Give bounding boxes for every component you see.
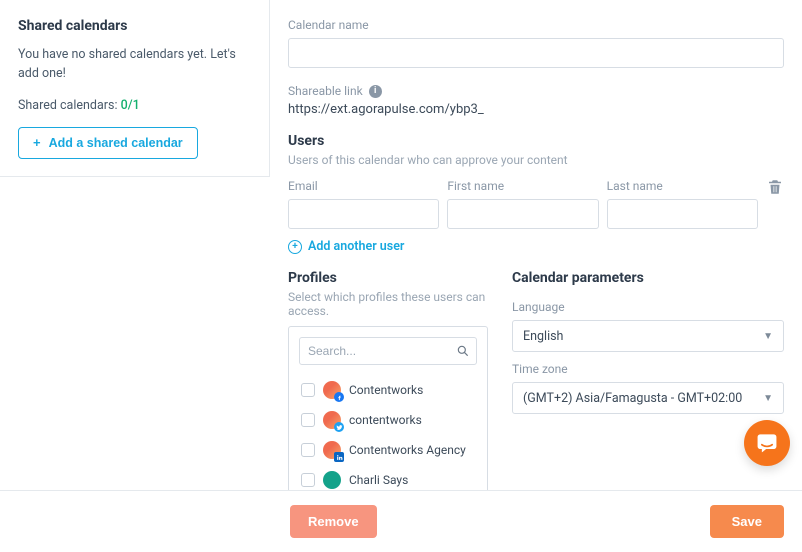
calendar-parameters-section: Calendar parameters Language English ▼ T…: [512, 270, 784, 490]
chevron-down-icon: ▼: [763, 393, 773, 404]
delete-user-button[interactable]: [766, 178, 784, 198]
sidebar-empty-text: You have no shared calendars yet. Let's …: [18, 46, 251, 84]
email-label: Email: [288, 179, 439, 193]
last-name-input[interactable]: [607, 199, 758, 229]
profile-item[interactable]: Contentworks: [299, 375, 477, 405]
profile-checkbox[interactable]: [301, 473, 315, 487]
profile-name: contentworks: [349, 413, 422, 427]
shared-calendar-count: Shared calendars: 0/1: [18, 98, 251, 113]
profile-name: Contentworks Agency: [349, 443, 466, 457]
search-icon: [456, 343, 470, 362]
calendar-name-section: Calendar name: [288, 18, 784, 68]
add-user-label: Add another user: [308, 239, 404, 254]
email-input[interactable]: [288, 199, 439, 229]
profile-item[interactable]: Charli Says: [299, 465, 477, 490]
timezone-label: Time zone: [512, 362, 784, 376]
add-shared-calendar-button[interactable]: + Add a shared calendar: [18, 127, 198, 159]
platform-badge-icon: [334, 392, 344, 402]
params-title: Calendar parameters: [512, 270, 784, 286]
users-title: Users: [288, 133, 784, 149]
profiles-title: Profiles: [288, 270, 488, 286]
calendar-name-label: Calendar name: [288, 18, 784, 32]
chat-icon: [755, 431, 779, 455]
chevron-down-icon: ▼: [763, 331, 773, 342]
profiles-subtitle: Select which profiles these users can ac…: [288, 290, 488, 318]
profiles-section: Profiles Select which profiles these use…: [288, 270, 488, 490]
plus-icon: +: [33, 136, 41, 149]
timezone-value: (GMT+2) Asia/Famagusta - GMT+02:00: [523, 391, 742, 406]
profile-checkbox[interactable]: [301, 413, 315, 427]
profile-name: Charli Says: [349, 473, 408, 487]
remove-button[interactable]: Remove: [290, 505, 377, 538]
profile-avatar-icon: [323, 471, 341, 489]
profiles-list: Contentworks contentworks Contentworks Age…: [288, 326, 488, 490]
sidebar-title: Shared calendars: [18, 18, 251, 34]
profile-avatar-icon: [323, 381, 341, 399]
intercom-chat-button[interactable]: [744, 420, 790, 466]
profile-item[interactable]: contentworks: [299, 405, 477, 435]
plus-circle-icon: +: [288, 240, 302, 254]
sidebar: Shared calendars You have no shared cale…: [0, 0, 270, 177]
shareable-link-value: https://ext.agorapulse.com/ybp3_: [288, 102, 784, 117]
info-icon[interactable]: i: [369, 85, 382, 98]
calendar-name-input[interactable]: [288, 38, 784, 68]
count-label: Shared calendars:: [18, 98, 117, 113]
main-form: Calendar name Shareable link i https://e…: [270, 0, 802, 490]
users-subtitle: Users of this calendar who can approve y…: [288, 153, 784, 167]
add-another-user-button[interactable]: + Add another user: [288, 239, 404, 254]
trash-icon: [766, 178, 784, 196]
first-name-input[interactable]: [447, 199, 598, 229]
timezone-select[interactable]: (GMT+2) Asia/Famagusta - GMT+02:00 ▼: [512, 382, 784, 414]
language-value: English: [523, 329, 563, 344]
users-section: Users Users of this calendar who can app…: [288, 133, 784, 254]
first-name-label: First name: [447, 179, 598, 193]
profile-checkbox[interactable]: [301, 443, 315, 457]
profile-checkbox[interactable]: [301, 383, 315, 397]
add-button-label: Add a shared calendar: [49, 136, 183, 150]
platform-badge-icon: [334, 452, 344, 462]
shareable-link-label: Shareable link: [288, 84, 363, 98]
save-button[interactable]: Save: [710, 505, 784, 538]
profile-avatar-icon: [323, 411, 341, 429]
shareable-link-section: Shareable link i https://ext.agorapulse.…: [288, 84, 784, 117]
language-select[interactable]: English ▼: [512, 320, 784, 352]
profile-item[interactable]: Contentworks Agency: [299, 435, 477, 465]
footer-bar: Remove Save: [0, 490, 802, 552]
profile-name: Contentworks: [349, 383, 423, 397]
profiles-search-input[interactable]: [299, 337, 477, 365]
last-name-label: Last name: [607, 179, 758, 193]
platform-badge-icon: [334, 422, 344, 432]
profile-avatar-icon: [323, 441, 341, 459]
language-label: Language: [512, 300, 784, 314]
count-value: 0/1: [121, 98, 140, 113]
